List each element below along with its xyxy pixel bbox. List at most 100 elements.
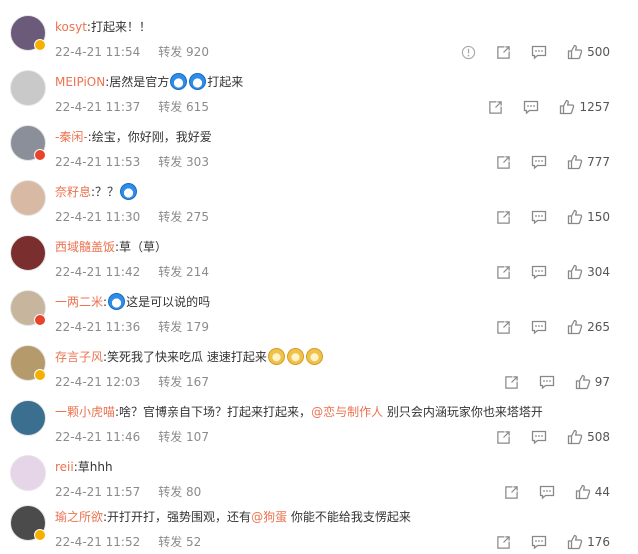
- comment-icon: [531, 534, 547, 550]
- share-button[interactable]: [496, 535, 511, 550]
- comment-actions: 500: [461, 43, 610, 61]
- comment-button[interactable]: [531, 44, 547, 60]
- like-button[interactable]: 777: [567, 154, 610, 170]
- username-link[interactable]: kosyt: [55, 20, 87, 34]
- like-button[interactable]: 508: [567, 429, 610, 445]
- comment-content: -秦闲-:绘宝，你好刚，我好爱: [55, 127, 212, 147]
- share-icon: [488, 100, 503, 115]
- verified-badge-icon: [34, 149, 46, 161]
- comment-button[interactable]: [531, 319, 547, 335]
- verified-badge-icon: [34, 529, 46, 541]
- username-link[interactable]: 西域髓盖饭: [55, 240, 115, 254]
- mention-link[interactable]: @狗蛋: [251, 510, 287, 524]
- username-link[interactable]: 瑜之所欲: [55, 510, 103, 524]
- like-button[interactable]: 500: [567, 44, 610, 60]
- comment-date: 22-4-21 11:54: [55, 45, 141, 59]
- repost-count[interactable]: 转发 275: [158, 210, 209, 224]
- comment-item: 一颗小虎喵:啥？官博亲自下场？打起来打起来，@恋与制作人 别只会内涵玩家你也来塔…: [0, 394, 638, 449]
- repost-count[interactable]: 转发 303: [158, 155, 209, 169]
- username-link[interactable]: -秦闲-: [55, 130, 88, 144]
- username-link[interactable]: 一颗小虎喵: [55, 405, 115, 419]
- like-count: 508: [587, 430, 610, 444]
- share-button[interactable]: [504, 485, 519, 500]
- repost-count[interactable]: 转发 107: [158, 430, 209, 444]
- doraemon-emoji-icon: [120, 183, 138, 200]
- like-icon: [567, 154, 583, 170]
- comment-button[interactable]: [539, 484, 555, 500]
- share-button[interactable]: [496, 430, 511, 445]
- comment-date: 22-4-21 11:36: [55, 320, 141, 334]
- share-button[interactable]: [488, 100, 503, 115]
- share-icon: [496, 430, 511, 445]
- share-button[interactable]: [496, 320, 511, 335]
- username-link[interactable]: reii: [55, 460, 74, 474]
- like-button[interactable]: 265: [567, 319, 610, 335]
- like-count: 777: [587, 155, 610, 169]
- doraemon-emoji-icon: [189, 73, 207, 90]
- share-button[interactable]: [496, 155, 511, 170]
- like-icon: [575, 374, 591, 390]
- username-link[interactable]: MEIPiON: [55, 75, 105, 89]
- avatar[interactable]: [10, 180, 46, 216]
- comment-button[interactable]: [531, 154, 547, 170]
- comment-date: 22-4-21 12:03: [55, 375, 141, 389]
- like-button[interactable]: 1257: [559, 99, 610, 115]
- comment-content: 一两二米: 这是可以说的吗: [55, 293, 211, 310]
- comment-item: 西域髓盖饭:草（草） 22-4-21 11:42 转发 214 304: [0, 229, 638, 284]
- share-icon: [496, 535, 511, 550]
- mention-link[interactable]: @恋与制作人: [311, 405, 383, 419]
- repost-count[interactable]: 转发 52: [158, 535, 201, 549]
- comment-text: :草（草）: [115, 240, 168, 254]
- comment-button[interactable]: [531, 209, 547, 225]
- avatar[interactable]: [10, 70, 46, 106]
- comment-actions: 1257: [488, 98, 610, 116]
- share-button[interactable]: [504, 375, 519, 390]
- like-button[interactable]: 304: [567, 264, 610, 280]
- doraemon-emoji-icon: [108, 293, 126, 310]
- repost-count[interactable]: 转发 920: [158, 45, 209, 59]
- username-link[interactable]: 一两二米: [55, 295, 103, 309]
- repost-count[interactable]: 转发 167: [158, 375, 209, 389]
- like-count: 304: [587, 265, 610, 279]
- report-button[interactable]: [461, 45, 476, 60]
- username-link[interactable]: 奈籽息: [55, 185, 91, 199]
- comment-icon: [531, 429, 547, 445]
- comment-button[interactable]: [523, 99, 539, 115]
- comment-text: :开打开打，强势围观，还有: [103, 510, 252, 524]
- comment-button[interactable]: [531, 429, 547, 445]
- avatar[interactable]: [10, 455, 46, 491]
- repost-count[interactable]: 转发 179: [158, 320, 209, 334]
- repost-count[interactable]: 转发 80: [158, 485, 201, 499]
- comment-item: 瑜之所欲:开打开打，强势围观，还有@狗蛋 你能不能给我支愣起来 22-4-21 …: [0, 499, 638, 554]
- comment-text: :绘宝，你好刚，我好爱: [87, 130, 212, 144]
- repost-count[interactable]: 转发 214: [158, 265, 209, 279]
- like-count: 265: [587, 320, 610, 334]
- doraemon-emoji-icon: [170, 73, 188, 90]
- like-count: 176: [587, 535, 610, 549]
- username-link[interactable]: 存言子风: [55, 350, 103, 364]
- comment-button[interactable]: [539, 374, 555, 390]
- comment-date: 22-4-21 11:37: [55, 100, 141, 114]
- like-button[interactable]: 97: [575, 374, 610, 390]
- like-count: 1257: [579, 100, 610, 114]
- avatar[interactable]: [10, 235, 46, 271]
- comment-text: 别只会内涵玩家你也来塔塔开: [383, 405, 543, 419]
- comment-content: reii:草hhh: [55, 457, 113, 477]
- share-button[interactable]: [496, 265, 511, 280]
- repost-count[interactable]: 转发 615: [158, 100, 209, 114]
- like-button[interactable]: 150: [567, 209, 610, 225]
- comment-text: :？？: [91, 185, 120, 199]
- comment-button[interactable]: [531, 264, 547, 280]
- avatar[interactable]: [10, 400, 46, 436]
- comment-item: reii:草hhh 22-4-21 11:57 转发 80 44: [0, 449, 638, 504]
- share-button[interactable]: [496, 210, 511, 225]
- share-button[interactable]: [496, 45, 511, 60]
- like-button[interactable]: 44: [575, 484, 610, 500]
- comment-meta: 22-4-21 11:53 转发 303: [55, 153, 209, 171]
- comment-item: -秦闲-:绘宝，你好刚，我好爱 22-4-21 11:53 转发 303 777: [0, 119, 638, 174]
- comment-actions: 508: [496, 428, 610, 446]
- comment-button[interactable]: [531, 534, 547, 550]
- comment-item: kosyt:打起来！！ 22-4-21 11:54 转发 920 500: [0, 9, 638, 64]
- like-button[interactable]: 176: [567, 534, 610, 550]
- like-count: 500: [587, 45, 610, 59]
